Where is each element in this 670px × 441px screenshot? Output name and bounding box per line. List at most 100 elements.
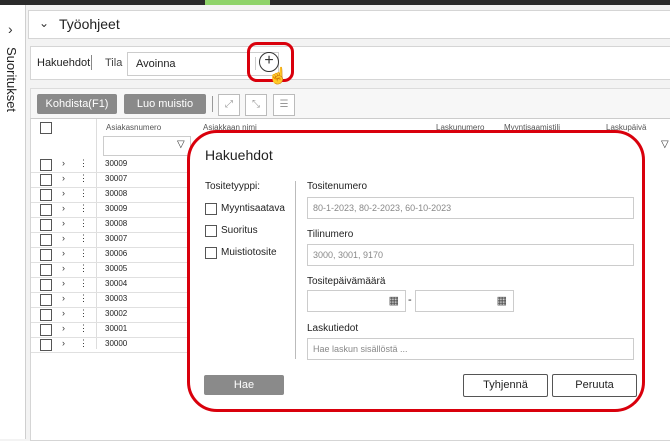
top-bar <box>0 0 670 5</box>
row-checkbox[interactable] <box>40 219 52 231</box>
expand-icon[interactable]: ⤢ <box>218 94 240 116</box>
collapse-section-icon[interactable]: ⌄ <box>39 16 49 30</box>
checkbox[interactable] <box>205 225 217 237</box>
row-checkbox[interactable] <box>40 294 52 306</box>
voucher-number-label: Tositenumero <box>307 181 368 192</box>
customer-number: 30004 <box>105 279 128 288</box>
customer-number: 30006 <box>105 249 128 258</box>
expand-row-icon[interactable]: › <box>62 188 65 198</box>
cancel-button[interactable]: Peruuta <box>552 374 637 397</box>
customer-number: 30007 <box>105 174 128 183</box>
placeholder: 80-1-2023, 80-2-2023, 60-10-2023 <box>313 203 452 213</box>
section-header: ⌄ Työohjeet <box>28 10 670 39</box>
checkbox-label: Myyntisaatava <box>221 203 285 214</box>
active-tab-indicator <box>205 0 270 5</box>
search-criteria-dialog: Hakuehdot Tositetyyppi: Myyntisaatava Su… <box>187 130 645 412</box>
expand-row-icon[interactable]: › <box>62 293 65 303</box>
checkbox[interactable] <box>205 203 217 215</box>
sidebar-tab-suoritukset[interactable]: Suoritukset <box>4 47 19 112</box>
row-menu-icon[interactable]: ⋮ <box>79 338 88 349</box>
row-menu-icon[interactable]: ⋮ <box>79 293 88 304</box>
table-row[interactable]: › ⋮ 30007 <box>31 232 191 248</box>
table-row[interactable]: › ⋮ 30009 <box>31 157 191 173</box>
date-from-input[interactable]: ▦ <box>307 290 406 312</box>
table-row[interactable]: › ⋮ 30007 <box>31 172 191 188</box>
voucher-number-input[interactable]: 80-1-2023, 80-2-2023, 60-10-2023 <box>307 197 634 219</box>
customer-number: 30008 <box>105 189 128 198</box>
expand-row-icon[interactable]: › <box>62 338 65 348</box>
row-menu-icon[interactable]: ⋮ <box>79 158 88 169</box>
divider <box>212 96 213 112</box>
row-menu-icon[interactable]: ⋮ <box>79 188 88 199</box>
clear-button[interactable]: Tyhjennä <box>463 374 548 397</box>
row-checkbox[interactable] <box>40 234 52 246</box>
filter-icon[interactable]: ▽ <box>177 139 185 150</box>
expand-row-icon[interactable]: › <box>62 323 65 333</box>
select-all-checkbox[interactable] <box>40 122 52 134</box>
expand-row-icon[interactable]: › <box>62 278 65 288</box>
row-checkbox[interactable] <box>40 339 52 351</box>
row-checkbox[interactable] <box>40 279 52 291</box>
dialog-title: Hakuehdot <box>205 147 273 163</box>
row-menu-icon[interactable]: ⋮ <box>79 278 88 289</box>
row-checkbox[interactable] <box>40 204 52 216</box>
row-menu-icon[interactable]: ⋮ <box>79 233 88 244</box>
row-menu-icon[interactable]: ⋮ <box>79 308 88 319</box>
row-checkbox[interactable] <box>40 189 52 201</box>
table-row[interactable]: › ⋮ 30001 <box>31 322 191 338</box>
table-row[interactable]: › ⋮ 30002 <box>31 307 191 323</box>
expand-row-icon[interactable]: › <box>62 158 65 168</box>
table-row[interactable]: › ⋮ 30003 <box>31 292 191 308</box>
account-number-input[interactable]: 3000, 3001, 9170 <box>307 244 634 266</box>
checkbox[interactable] <box>205 247 217 259</box>
row-menu-icon[interactable]: ⋮ <box>79 263 88 274</box>
checkbox-label: Muistiotosite <box>221 247 277 258</box>
customer-number: 30002 <box>105 309 128 318</box>
row-menu-icon[interactable]: ⋮ <box>79 173 88 184</box>
row-menu-icon[interactable]: ⋮ <box>79 203 88 214</box>
row-checkbox[interactable] <box>40 174 52 186</box>
row-menu-icon[interactable]: ⋮ <box>79 218 88 229</box>
row-checkbox[interactable] <box>40 309 52 321</box>
voucher-type-label: Tositetyyppi: <box>205 181 261 192</box>
row-checkbox[interactable] <box>40 159 52 171</box>
row-menu-icon[interactable]: ⋮ <box>79 248 88 259</box>
allocate-button[interactable]: Kohdista(F1) <box>37 94 117 114</box>
table-row[interactable]: › ⋮ 30009 <box>31 202 191 218</box>
checkbox-label: Suoritus <box>221 225 258 236</box>
table-row[interactable]: › ⋮ 30005 <box>31 262 191 278</box>
calendar-icon[interactable]: ▦ <box>389 294 399 307</box>
placeholder: 3000, 3001, 9170 <box>313 250 384 260</box>
customer-number: 30001 <box>105 324 128 333</box>
state-label: Tila <box>105 57 123 69</box>
date-to-input[interactable]: ▦ <box>415 290 514 312</box>
collapse-icon[interactable]: ⤡ <box>245 94 267 116</box>
row-checkbox[interactable] <box>40 324 52 336</box>
expand-row-icon[interactable]: › <box>62 218 65 228</box>
settings-sliders-icon[interactable]: ☰ <box>273 94 295 116</box>
expand-row-icon[interactable]: › <box>62 248 65 258</box>
customer-number: 30008 <box>105 219 128 228</box>
row-checkbox[interactable] <box>40 264 52 276</box>
table-row[interactable]: › ⋮ 30008 <box>31 187 191 203</box>
expand-row-icon[interactable]: › <box>62 263 65 273</box>
row-checkbox[interactable] <box>40 249 52 261</box>
expand-row-icon[interactable]: › <box>62 203 65 213</box>
date-separator: - <box>408 294 412 306</box>
filter-icon[interactable]: ▽ <box>661 139 669 150</box>
expand-row-icon[interactable]: › <box>62 308 65 318</box>
expand-row-icon[interactable]: › <box>62 173 65 183</box>
search-button[interactable]: Hae <box>204 375 284 395</box>
customer-number: 30000 <box>105 339 128 348</box>
calendar-icon[interactable]: ▦ <box>497 294 507 307</box>
table-row[interactable]: › ⋮ 30000 <box>31 337 191 353</box>
table-row[interactable]: › ⋮ 30004 <box>31 277 191 293</box>
invoice-search-input[interactable]: Hae laskun sisällöstä ... <box>307 338 634 360</box>
create-memo-button[interactable]: Luo muistio <box>124 94 206 114</box>
filter-bar: Hakuehdot Tila Avoinna ⌄ <box>30 46 670 80</box>
expand-row-icon[interactable]: › <box>62 233 65 243</box>
row-menu-icon[interactable]: ⋮ <box>79 323 88 334</box>
table-row[interactable]: › ⋮ 30008 <box>31 217 191 233</box>
table-row[interactable]: › ⋮ 30006 <box>31 247 191 263</box>
expand-sidebar-icon[interactable]: › <box>8 21 13 37</box>
